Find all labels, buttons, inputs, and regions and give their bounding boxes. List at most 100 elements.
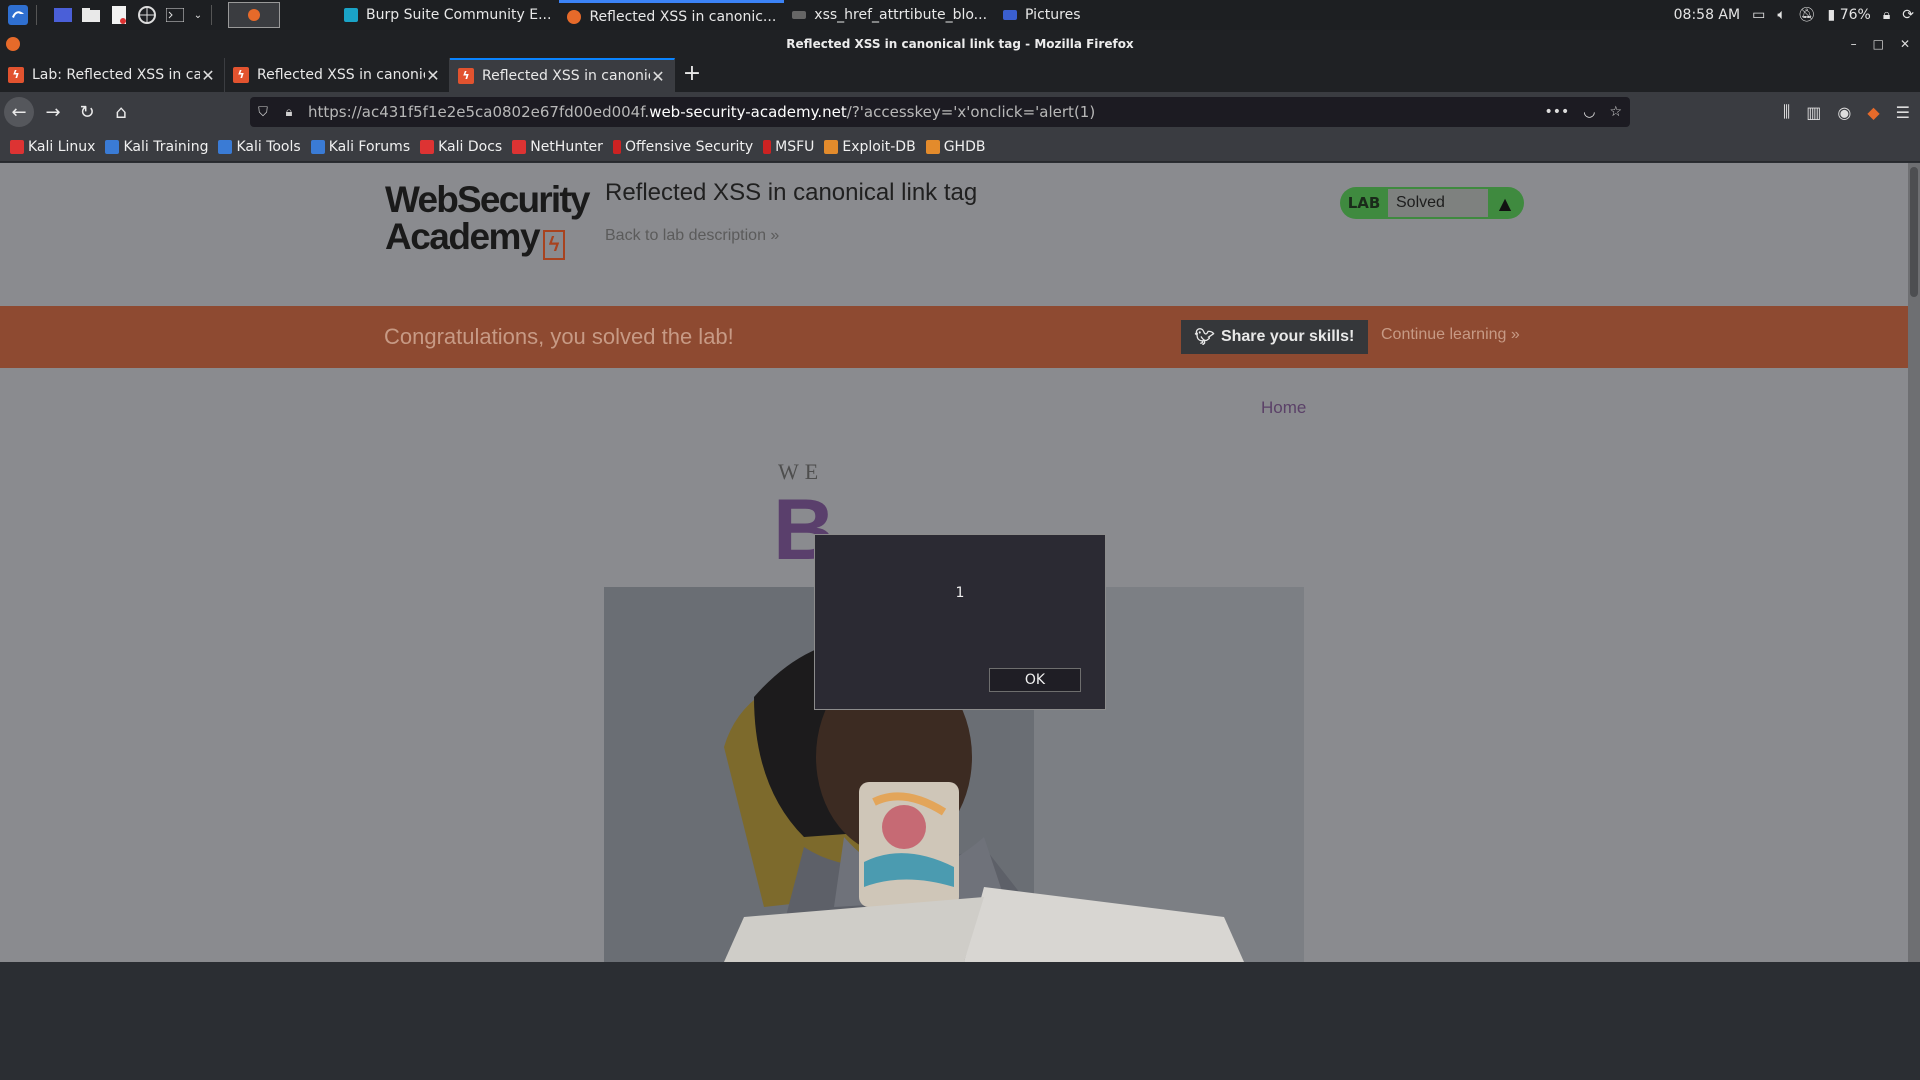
url-text: https://ac431f5f1e2e5ca0802e67fd00ed004f… xyxy=(308,103,1095,121)
browser-tab[interactable]: ϟ Lab: Reflected XSS in canonical link t… xyxy=(0,58,225,92)
padlock-icon[interactable]: 🔒︎ xyxy=(276,105,302,120)
reload-button[interactable]: ↻ xyxy=(72,97,102,127)
close-tab-icon[interactable]: ✕ xyxy=(200,66,216,85)
portswigger-favicon-icon: ϟ xyxy=(458,68,474,84)
chevron-down-icon[interactable]: ⌄ xyxy=(193,5,203,25)
kali-dragon-icon xyxy=(105,139,120,154)
share-button-label: Share your skills! xyxy=(1220,328,1355,345)
text-editor-icon[interactable] xyxy=(109,5,129,25)
taskbar-task-firefox[interactable]: Reflected XSS in canonic... xyxy=(559,0,785,30)
bookmark-kali-docs[interactable]: Kali Docs xyxy=(420,139,502,155)
bookmark-label: Kali Training xyxy=(123,138,209,155)
power-icon[interactable]: ⟳ xyxy=(1902,7,1914,23)
tracking-shield-icon[interactable]: ⛉ xyxy=(250,105,276,120)
task-label: Reflected XSS in canonic... xyxy=(589,8,777,25)
twitter-icon: 🐦︎ xyxy=(1194,329,1215,346)
msfu-icon xyxy=(763,139,772,154)
bookmark-star-icon[interactable]: ☆ xyxy=(1609,104,1622,120)
tab-title: Reflected XSS in canonical link tag xyxy=(257,67,425,83)
battery-level: 76% xyxy=(1839,7,1871,23)
page-scrollbar[interactable] xyxy=(1908,163,1920,962)
exploit-db-icon xyxy=(824,139,839,154)
pocket-icon[interactable]: ◡ xyxy=(1583,104,1595,120)
terminal-icon[interactable] xyxy=(165,5,185,25)
back-to-lab-description-link[interactable]: Back to lab description » xyxy=(605,227,779,245)
hamburger-menu-icon[interactable]: ☰ xyxy=(1896,103,1910,122)
burp-icon xyxy=(344,8,358,22)
kali-dragon-icon xyxy=(310,139,325,154)
congratulations-message: Congratulations, you solved the lab! xyxy=(384,324,734,349)
bookmark-kali-training[interactable]: Kali Training xyxy=(105,139,208,155)
share-skills-button[interactable]: 🐦︎ Share your skills! xyxy=(1181,320,1368,354)
bookmark-kali-forums[interactable]: Kali Forums xyxy=(310,138,411,155)
bookmark-offensive-security[interactable]: Offensive Security xyxy=(612,139,753,155)
taskbar-task-burp[interactable]: Burp Suite Community E... xyxy=(336,0,559,30)
os-taskbar: ⌄ Burp Suite Community E... Reflected XS… xyxy=(0,0,1920,30)
window-title: Reflected XSS in canonical link tag - Mo… xyxy=(786,37,1134,51)
back-button[interactable]: ← xyxy=(4,97,34,127)
page-actions-icon[interactable]: ••• xyxy=(1544,104,1569,120)
url-domain: web-security-academy.net xyxy=(649,103,847,121)
tab-strip: ϟ Lab: Reflected XSS in canonical link t… xyxy=(0,58,1920,92)
continue-learning-link[interactable]: Continue learning » xyxy=(1381,326,1520,344)
alert-ok-button[interactable]: OK xyxy=(989,668,1081,692)
browser-icon[interactable] xyxy=(137,5,157,25)
lab-status-widget: LAB Solved ▲ xyxy=(1340,187,1524,219)
logo-line-1: WebSecurity xyxy=(385,179,590,220)
portswigger-favicon-icon: ϟ xyxy=(8,67,24,83)
display-icon[interactable]: ▭ xyxy=(1752,7,1765,23)
task-label: Burp Suite Community E... xyxy=(366,7,552,23)
folder-icon xyxy=(1003,10,1018,20)
minimize-icon[interactable]: – xyxy=(1851,30,1857,58)
lab-header: WebSecurity Academy ϟ Reflected XSS in ca… xyxy=(0,163,1908,306)
navigation-toolbar: ← → ↻ ⌂ ⛉ 🔒︎ https://ac431f5f1e2e5ca0802… xyxy=(0,92,1920,132)
scrollbar-thumb[interactable] xyxy=(1910,167,1918,297)
bookmark-ghdb[interactable]: GHDB xyxy=(925,139,985,155)
taskbar-task-editor[interactable]: xss_href_attrtibute_blo... xyxy=(784,0,995,30)
extension-icon[interactable]: ◆ xyxy=(1867,103,1879,122)
url-suffix: /?'accesskey='x'onclick='alert(1) xyxy=(846,103,1096,121)
portswigger-favicon-icon: ϟ xyxy=(233,67,249,83)
window-controls: – □ ✕ xyxy=(1851,30,1910,58)
tab-title: Lab: Reflected XSS in canonical link tag xyxy=(32,67,200,83)
browser-tab[interactable]: ϟ Reflected XSS in canonical link tag ✕ xyxy=(225,58,450,92)
taskbar-task-pictures[interactable]: Pictures xyxy=(995,0,1088,30)
close-tab-icon[interactable]: ✕ xyxy=(425,66,441,85)
desktop-icon[interactable] xyxy=(53,5,73,25)
workspace-1-icon[interactable] xyxy=(228,2,280,28)
sidebar-icon[interactable]: ▥ xyxy=(1806,103,1821,122)
text-file-icon xyxy=(792,11,807,19)
clock[interactable]: 08:58 AM xyxy=(1674,7,1740,23)
battery-widget[interactable]: ▮ 76% xyxy=(1828,7,1871,23)
kali-menu-icon[interactable] xyxy=(8,5,28,25)
bookmark-label: NetHunter xyxy=(530,138,603,155)
bookmark-kali-tools[interactable]: Kali Tools xyxy=(218,138,301,155)
bookmark-msfu[interactable]: MSFU xyxy=(763,139,814,155)
bookmark-kali-linux[interactable]: Kali Linux xyxy=(10,139,95,155)
firefox-icon xyxy=(567,9,582,24)
lock-icon[interactable]: 🔒︎ xyxy=(1883,7,1890,23)
library-icon[interactable]: ⫼ xyxy=(1783,102,1790,122)
maximize-icon[interactable]: □ xyxy=(1873,30,1884,58)
bookmark-label: Kali Docs xyxy=(438,138,503,155)
bookmark-exploit-db[interactable]: Exploit-DB xyxy=(824,139,916,155)
bookmark-label: Kali Forums xyxy=(328,138,411,155)
forward-button[interactable]: → xyxy=(38,97,68,127)
new-tab-button[interactable]: + xyxy=(675,58,709,92)
close-icon[interactable]: ✕ xyxy=(1900,30,1910,58)
url-bar[interactable]: ⛉ 🔒︎ https://ac431f5f1e2e5ca0802e67fd00e… xyxy=(250,97,1630,127)
home-button[interactable]: ⌂ xyxy=(106,97,136,127)
task-label: Pictures xyxy=(1025,7,1081,23)
home-link[interactable]: Home xyxy=(1261,398,1306,418)
notifications-muted-icon[interactable]: 🔕︎ xyxy=(1798,7,1816,23)
account-icon[interactable]: ◉ xyxy=(1837,103,1851,122)
volume-icon[interactable]: 🔈︎ xyxy=(1777,7,1785,23)
firefox-icon xyxy=(6,37,20,51)
browser-tab-active[interactable]: ϟ Reflected XSS in canonical link tag ✕ xyxy=(450,58,675,92)
bookmark-nethunter[interactable]: NetHunter xyxy=(512,139,603,155)
web-security-academy-logo[interactable]: WebSecurity Academy ϟ xyxy=(385,179,590,260)
bookmark-label: Kali Tools xyxy=(236,138,301,155)
file-manager-icon[interactable] xyxy=(81,5,101,25)
page-viewport: WebSecurity Academy ϟ Reflected XSS in ca… xyxy=(0,163,1920,962)
close-tab-icon[interactable]: ✕ xyxy=(650,67,666,86)
